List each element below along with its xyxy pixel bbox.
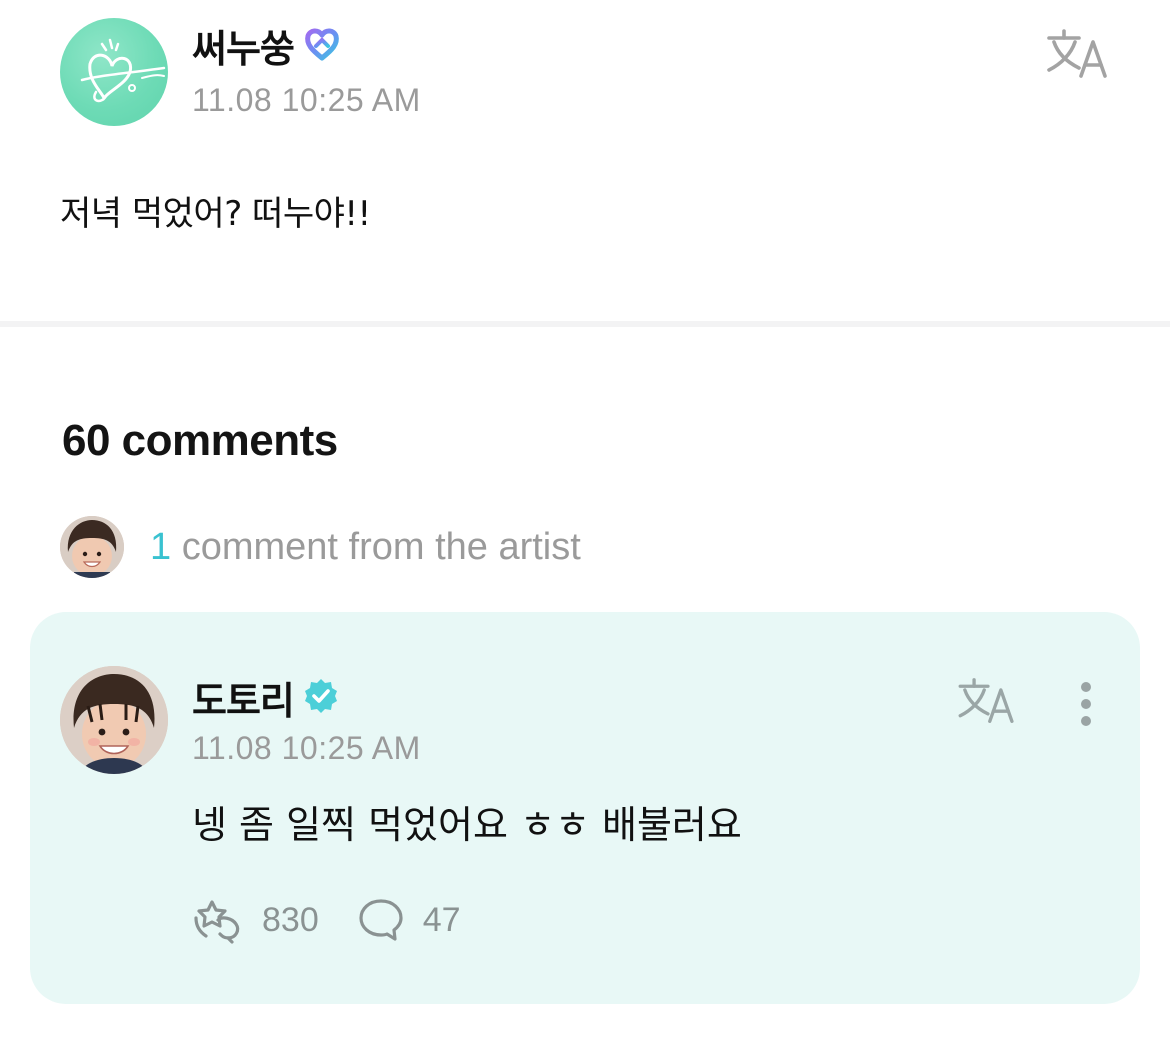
- artist-comment-timestamp: 11.08 10:25 AM: [192, 730, 421, 766]
- post-body: 저녁 먹었어? 떠누야!!: [60, 194, 371, 234]
- reply-button[interactable]: 47: [357, 897, 461, 943]
- section-divider: [0, 321, 1170, 327]
- artist-comment-card[interactable]: 도토리 11.08 10:25 AM 넹 좀 일찍 먹었어요 ㅎㅎ 배불러요 8…: [30, 612, 1140, 1004]
- artist-comment-label: comment from the artist: [171, 525, 581, 568]
- artist-avatar-small: [60, 516, 124, 578]
- verified-badge-icon: [302, 677, 340, 719]
- signature-logo: [80, 38, 166, 103]
- artist-author-name[interactable]: 도토리: [192, 670, 295, 725]
- comment-translate-button[interactable]: [952, 672, 1022, 730]
- like-button[interactable]: 830: [192, 896, 319, 944]
- translate-button[interactable]: [1042, 24, 1114, 84]
- artist-comment-summary-text: 1 comment from the artist: [150, 526, 581, 569]
- artist-author: 도토리: [192, 670, 340, 725]
- like-icon: [194, 900, 240, 944]
- more-vertical-icon[interactable]: [1068, 676, 1104, 732]
- post-author-name[interactable]: 써누쑹: [192, 18, 295, 73]
- reply-count: 47: [422, 900, 461, 939]
- post-timestamp: 11.08 10:25 AM: [192, 82, 421, 118]
- artist-comment-summary[interactable]: 1 comment from the artist: [60, 516, 581, 578]
- like-count: 830: [262, 900, 319, 939]
- artist-comment-body: 넹 좀 일찍 먹었어요 ㅎㅎ 배불러요: [192, 803, 742, 847]
- post-author: 써누쑹: [192, 18, 342, 73]
- artist-avatar[interactable]: [60, 666, 168, 774]
- artist-comment-count: 1: [150, 525, 172, 568]
- heart-badge-icon: [302, 24, 342, 68]
- comments-count: 60 comments: [62, 416, 338, 465]
- post-page: 써누쑹 11.08 10:25 AM 저녁 먹었어? 떠누야!! 60 comm…: [0, 0, 1170, 1038]
- translate-icon: [1047, 29, 1107, 78]
- translate-icon: [958, 678, 1014, 723]
- author-avatar[interactable]: [60, 18, 168, 126]
- comment-actions: 830 47: [192, 896, 461, 944]
- reply-icon: [359, 899, 403, 941]
